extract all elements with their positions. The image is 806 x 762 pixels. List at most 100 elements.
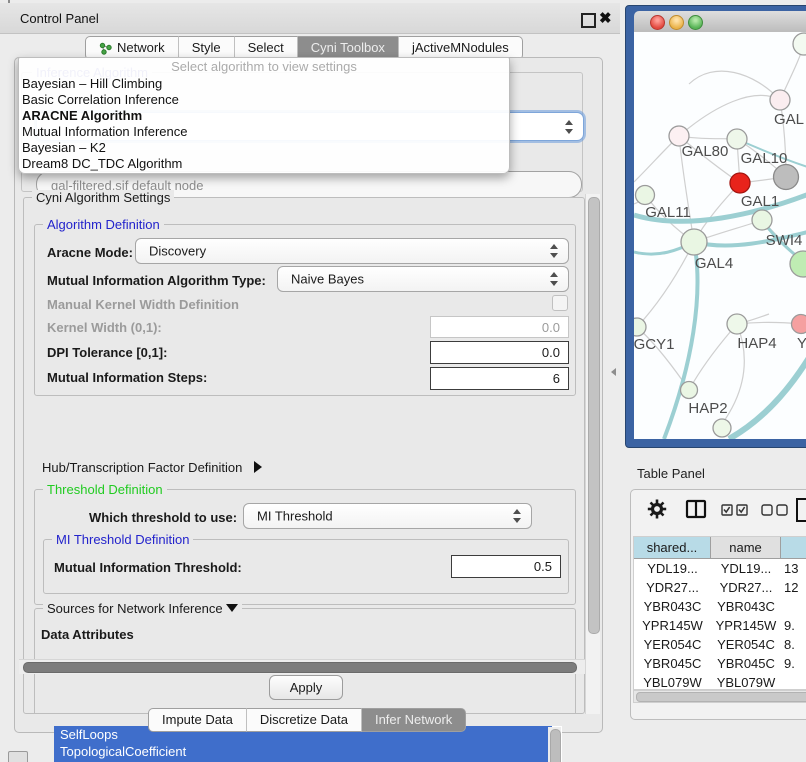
select-all-icon[interactable] xyxy=(721,503,749,517)
hub-definition-section[interactable]: Hub/Transcription Factor Definition xyxy=(42,460,262,475)
manual-kernel-width-label: Manual Kernel Width Definition xyxy=(47,297,239,312)
settings-vertical-scrollbar[interactable] xyxy=(585,194,600,714)
chevron-updown-icon xyxy=(565,120,574,134)
popup-item[interactable]: Basic Correlation Inference xyxy=(19,92,509,108)
column-selector-icon[interactable] xyxy=(685,499,707,519)
deselect-all-icon[interactable] xyxy=(761,503,789,517)
column-header-partial[interactable] xyxy=(781,537,806,559)
aracne-mode-combo[interactable]: Discovery xyxy=(135,238,569,264)
aracne-mode-value: Discovery xyxy=(149,244,206,259)
mi-steps-field[interactable]: 6 xyxy=(430,367,569,390)
table-row[interactable]: YER054CYER054C8. xyxy=(634,635,806,654)
node-label: GAL10 xyxy=(741,150,788,167)
network-node[interactable] xyxy=(792,315,806,334)
screen: Control Panel ✖ Network Style Select Cyn… xyxy=(0,0,806,762)
tab-discretize-data[interactable]: Discretize Data xyxy=(247,708,362,732)
column-header-shared-name[interactable]: shared... xyxy=(634,537,711,559)
network-graph: GAL GAL80 GAL10 GAL1 GAL11 SWI4 GAL4 GCY… xyxy=(634,32,806,439)
which-threshold-combo[interactable]: MI Threshold xyxy=(243,503,532,529)
function-builder-icon[interactable] xyxy=(795,497,806,523)
chevron-updown-icon xyxy=(513,509,522,523)
list-scrollbar[interactable] xyxy=(548,727,561,762)
table-row[interactable]: YBL079WYBL079W xyxy=(634,673,806,690)
column-header-name[interactable]: name xyxy=(711,537,781,559)
network-view-window[interactable]: GAL GAL80 GAL10 GAL1 GAL11 SWI4 GAL4 GCY… xyxy=(625,5,806,448)
threshold-definition-title: Threshold Definition xyxy=(43,482,167,497)
mi-threshold-label: Mutual Information Threshold: xyxy=(54,560,242,575)
mi-threshold-group: MI Threshold Definition Mutual Informati… xyxy=(43,539,569,594)
float-window-icon[interactable] xyxy=(581,13,596,28)
tab-label: Network xyxy=(117,37,165,59)
mi-steps-value: 6 xyxy=(553,371,560,386)
chevron-updown-icon xyxy=(550,244,559,258)
mi-threshold-field[interactable]: 0.5 xyxy=(451,555,561,578)
mi-algorithm-type-combo[interactable]: Naive Bayes xyxy=(277,266,569,292)
table-toolbar xyxy=(635,496,806,524)
bottom-tabs: Impute Data Discretize Data Infer Networ… xyxy=(148,708,466,732)
apply-button[interactable]: Apply xyxy=(269,675,343,700)
minimize-traffic-light-icon[interactable] xyxy=(669,15,684,30)
which-threshold-value: MI Threshold xyxy=(257,509,333,524)
tab-label: Cyni Toolbox xyxy=(311,37,385,59)
tab-infer-network[interactable]: Infer Network xyxy=(362,708,466,732)
data-attributes-label: Data Attributes xyxy=(41,627,134,642)
which-threshold-label: Which threshold to use: xyxy=(89,510,237,525)
tab-impute-data[interactable]: Impute Data xyxy=(148,708,247,732)
gear-icon[interactable] xyxy=(647,498,667,520)
close-icon[interactable]: ✖ xyxy=(599,9,612,27)
network-node[interactable] xyxy=(793,33,806,55)
manual-kernel-width-checkbox[interactable] xyxy=(552,295,568,311)
table-horizontal-scrollbar[interactable] xyxy=(633,690,806,703)
kernel-width-field[interactable]: 0.0 xyxy=(430,316,569,338)
dpi-tolerance-field[interactable]: 0.0 xyxy=(430,341,569,364)
popup-item-selected[interactable]: ARACNE Algorithm xyxy=(19,108,509,124)
node-label: GAL4 xyxy=(695,255,733,272)
network-node[interactable] xyxy=(727,314,747,334)
network-node[interactable] xyxy=(774,165,799,190)
network-node[interactable] xyxy=(634,318,646,336)
popup-item[interactable]: Dream8 DC_TDC Algorithm xyxy=(19,156,509,172)
table-row[interactable]: YDL19...YDL19...13 xyxy=(634,559,806,578)
network-window-titlebar[interactable] xyxy=(634,11,806,33)
close-traffic-light-icon[interactable] xyxy=(650,15,665,30)
network-node[interactable] xyxy=(770,90,790,110)
mi-algorithm-type-value: Naive Bayes xyxy=(291,272,364,287)
collapse-down-icon[interactable] xyxy=(226,604,238,612)
mi-algorithm-type-label: Mutual Information Algorithm Type: xyxy=(47,273,266,288)
network-node[interactable] xyxy=(681,382,698,399)
network-node[interactable] xyxy=(752,210,772,230)
network-node[interactable] xyxy=(727,129,747,149)
network-node[interactable] xyxy=(636,186,655,205)
list-item[interactable]: TopologicalCoefficient xyxy=(54,743,552,760)
network-node-highlighted[interactable] xyxy=(730,173,750,193)
table-row[interactable]: YBR045CYBR045C9. xyxy=(634,654,806,673)
network-node[interactable] xyxy=(790,251,806,277)
aracne-mode-label: Aracne Mode: xyxy=(47,245,133,260)
network-canvas[interactable]: GAL GAL80 GAL10 GAL1 GAL11 SWI4 GAL4 GCY… xyxy=(634,32,806,439)
table-panel: shared... name YDL19...YDL19...13 YDR27.… xyxy=(630,489,806,720)
tab-label: Select xyxy=(248,37,284,59)
node-label: GAL xyxy=(774,111,804,128)
popup-item[interactable]: Bayesian – Hill Climbing xyxy=(19,76,509,92)
kernel-width-label: Kernel Width (0,1): xyxy=(47,320,162,335)
popup-item[interactable]: Bayesian – K2 xyxy=(19,140,509,156)
minimized-panel-icon[interactable] xyxy=(8,751,28,762)
network-tab-icon xyxy=(99,42,112,55)
settings-horizontal-scrollbar[interactable] xyxy=(19,659,585,674)
mi-threshold-value: 0.5 xyxy=(534,559,552,574)
node-label: GAL1 xyxy=(741,193,779,210)
table-row[interactable]: YPR145WYPR145W9. xyxy=(634,616,806,635)
node-label: GCY1 xyxy=(634,336,674,353)
expand-right-icon[interactable] xyxy=(254,461,262,473)
table-row[interactable]: YBR043CYBR043C xyxy=(634,597,806,616)
control-panel-title: Control Panel xyxy=(20,11,99,26)
popup-item[interactable]: Mutual Information Inference xyxy=(19,124,509,140)
split-pane-collapse-icon[interactable] xyxy=(611,368,616,376)
zoom-traffic-light-icon[interactable] xyxy=(688,15,703,30)
tab-label: jActiveMNodules xyxy=(412,37,509,59)
table-row[interactable]: YDR27...YDR27...12 xyxy=(634,578,806,597)
network-node[interactable] xyxy=(713,419,731,437)
chevron-updown-icon xyxy=(550,272,559,286)
popup-placeholder: Select algorithm to view settings xyxy=(19,58,509,76)
network-node[interactable] xyxy=(681,229,707,255)
